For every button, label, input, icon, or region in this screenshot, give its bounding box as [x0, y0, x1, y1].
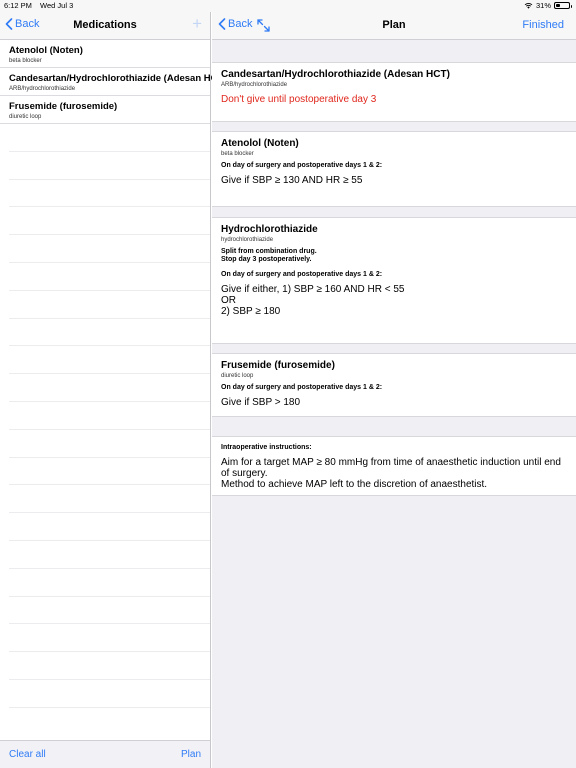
chevron-left-icon: [5, 18, 13, 30]
empty-row: [9, 263, 210, 291]
list-item[interactable]: Frusemide (furosemide) diuretic loop: [0, 96, 210, 124]
card-rule: Give if SBP > 180: [221, 397, 301, 408]
card-instruction: On day of surgery and postoperative days…: [221, 384, 383, 391]
card-title: Candesartan/Hydrochlorothiazide (Adesan …: [221, 69, 450, 80]
empty-row: [9, 624, 210, 653]
plan-pane: Back Plan Finished Candesartan/Hydrochlo…: [212, 12, 576, 768]
medication-list: Atenolol (Noten) beta blocker Candesarta…: [0, 40, 227, 124]
battery-percent: 31%: [535, 1, 551, 10]
card-split-note-2: Stop day 3 postoperatively.: [221, 256, 312, 263]
empty-row: [9, 541, 210, 569]
empty-row: [9, 180, 210, 208]
plan-card-intraoperative: Intraoperative instructions: Aim for a t…: [212, 436, 576, 496]
medication-name: Atenolol (Noten): [9, 45, 83, 56]
card-instruction: On day of surgery and postoperative days…: [221, 271, 383, 278]
card-rule-1: Give if either, 1) SBP ≥ 160 AND HR < 55: [221, 284, 405, 295]
back-button[interactable]: Back: [5, 18, 39, 30]
card-line-1: Aim for a target MAP ≥ 80 mmHg from time…: [221, 457, 561, 479]
empty-row: [9, 291, 210, 319]
status-date: Wed Jul 3: [40, 1, 74, 10]
finished-button[interactable]: Finished: [522, 19, 564, 31]
status-bar: 6:12 PM Wed Jul 3 31%: [0, 0, 576, 12]
card-rule: Give if SBP ≥ 130 AND HR ≥ 55: [221, 175, 363, 186]
empty-row: [9, 485, 210, 514]
card-instruction: On day of surgery and postoperative days…: [221, 162, 383, 169]
medication-name: Candesartan/Hydrochlorothiazide (Adesan …: [9, 73, 227, 84]
wifi-icon: [524, 3, 533, 9]
list-item[interactable]: Atenolol (Noten) beta blocker: [0, 40, 210, 68]
empty-row: [9, 680, 210, 708]
empty-row: [9, 124, 210, 152]
card-title: Hydrochlorothiazide: [221, 224, 318, 235]
clear-all-button[interactable]: Clear all: [9, 749, 46, 760]
empty-row: [9, 235, 210, 263]
medication-class: beta blocker: [9, 58, 42, 64]
plan-card-frusemide: Frusemide (furosemide) diuretic loop On …: [212, 353, 576, 417]
empty-row: [9, 569, 210, 597]
empty-row: [9, 374, 210, 402]
medication-class: ARB/hydrochlorothiazide: [9, 86, 76, 92]
status-time: 6:12 PM: [4, 1, 32, 10]
battery-fill: [556, 4, 560, 7]
medication-class: diuretic loop: [9, 114, 42, 120]
empty-row: [9, 458, 210, 486]
medications-pane: Back Medications + Atenolol (Noten) beta…: [0, 12, 227, 768]
card-rule-or: OR: [221, 295, 236, 306]
card-title: Frusemide (furosemide): [221, 360, 335, 371]
plan-button[interactable]: Plan: [181, 749, 201, 760]
back-label: Back: [15, 18, 40, 30]
card-split-note-1: Split from combination drug.: [221, 248, 317, 255]
empty-row: [9, 319, 210, 347]
plan-back-button[interactable]: Back: [218, 18, 252, 30]
plan-navbar: Back Plan Finished: [212, 12, 576, 40]
chevron-left-icon: [218, 18, 226, 30]
expand-icon[interactable]: [257, 19, 270, 32]
empty-row: [9, 402, 210, 430]
card-title: Atenolol (Noten): [221, 138, 299, 149]
card-rule-2: 2) SBP ≥ 180: [221, 306, 281, 317]
add-medication-button[interactable]: +: [192, 15, 202, 32]
plan-card-candesartan: Candesartan/Hydrochlorothiazide (Adesan …: [212, 62, 576, 122]
card-line-2: Method to achieve MAP left to the discre…: [221, 479, 488, 490]
medications-navbar: Back Medications +: [0, 12, 210, 40]
card-instruction: Intraoperative instructions:: [221, 444, 312, 451]
empty-row: [9, 430, 210, 458]
empty-row: [9, 513, 210, 541]
plan-card-hydrochlorothiazide: Hydrochlorothiazide hydrochlorothiazide …: [212, 217, 576, 344]
empty-row: [9, 597, 210, 625]
back-label: Back: [228, 18, 253, 30]
card-note: Don't give until postoperative day 3: [221, 94, 377, 105]
medications-toolbar: Clear all Plan: [0, 740, 210, 768]
empty-list-rows: [9, 124, 210, 708]
empty-row: [9, 152, 210, 180]
plan-card-atenolol: Atenolol (Noten) beta blocker On day of …: [212, 131, 576, 207]
empty-row: [9, 346, 210, 375]
empty-row: [9, 207, 210, 236]
medication-name: Frusemide (furosemide): [9, 101, 118, 112]
list-item[interactable]: Candesartan/Hydrochlorothiazide (Adesan …: [0, 68, 227, 96]
battery-icon: [554, 2, 572, 9]
empty-row: [9, 652, 210, 680]
